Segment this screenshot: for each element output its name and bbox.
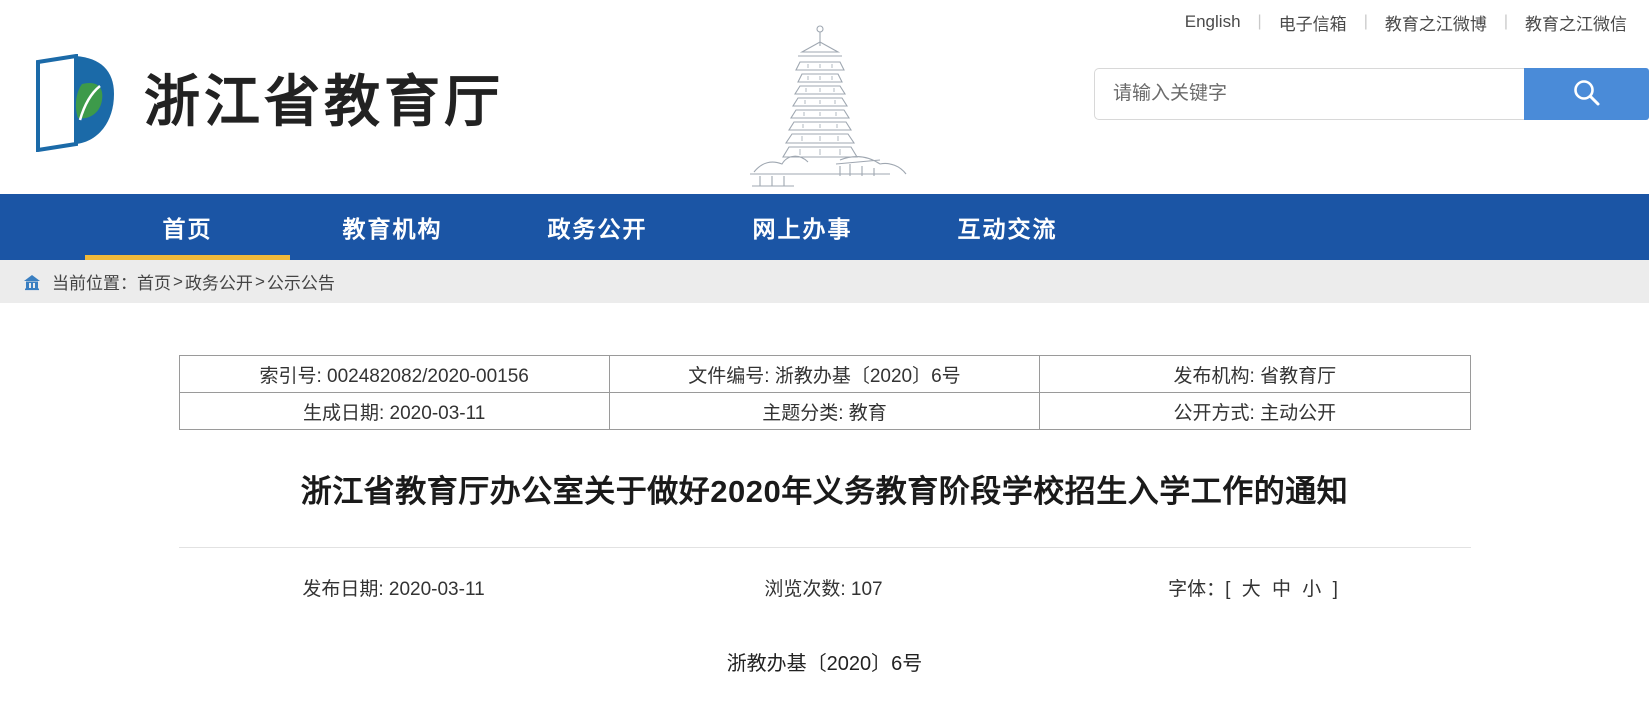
document-metadata-table: 索引号: 002482082/2020-00156 文件编号: 浙教办基〔202… (178, 355, 1471, 430)
top-link-email[interactable]: 电子信箱 (1279, 10, 1347, 35)
table-row: 生成日期: 2020-03-11 主题分类: 教育 公开方式: 主动公开 (178, 392, 1471, 430)
nav-item-government-affairs[interactable]: 政务公开 (495, 194, 700, 260)
document-info-row: 发布日期: 2020-03-11 浏览次数: 107 字体：[ 大 中 小 ] (179, 574, 1471, 601)
search-icon (1570, 76, 1604, 113)
meta-value: 2020-03-11 (389, 402, 486, 424)
breadcrumb-item-announcements[interactable]: 公示公告 (267, 269, 335, 294)
document-number: 浙教办基〔2020〕6号 (726, 653, 923, 676)
top-link-weibo[interactable]: 教育之江微博 (1385, 10, 1487, 35)
home-icon[interactable] (22, 272, 42, 292)
bracket-close: ] (1332, 579, 1341, 601)
title-divider (178, 547, 1471, 549)
meta-label: 文件编号: (688, 365, 770, 387)
nav-item-label: 互动交流 (957, 216, 1058, 242)
main-nav: 首页 教育机构 政务公开 网上办事 互动交流 (0, 194, 1649, 260)
top-link-wechat[interactable]: 教育之江微信 (1525, 10, 1627, 35)
meta-cell-issuing-agency: 发布机构: 省教育厅 (1039, 355, 1471, 393)
top-link-separator: | (1363, 13, 1368, 30)
meta-cell-disclosure-method: 公开方式: 主动公开 (1039, 392, 1471, 430)
search-box (1094, 68, 1649, 120)
meta-label: 生成日期: (302, 402, 385, 424)
top-link-separator: | (1503, 13, 1508, 30)
meta-label: 主题分类: (762, 402, 844, 424)
publish-date-label: 发布日期: (302, 579, 384, 601)
main-content: 索引号: 002482082/2020-00156 文件编号: 浙教办基〔202… (0, 303, 1649, 676)
page-title: 浙江省教育厅办公室关于做好2020年义务教育阶段学校招生入学工作的通知 (300, 474, 1349, 509)
meta-label: 索引号: (259, 365, 322, 387)
breadcrumb-separator: > (254, 271, 265, 291)
nav-item-label: 政务公开 (547, 216, 648, 242)
meta-value: 主动公开 (1260, 402, 1337, 424)
top-link-separator: | (1257, 13, 1262, 30)
top-link-english[interactable]: English (1185, 12, 1241, 32)
breadcrumb-item-home[interactable]: 首页 (137, 269, 171, 294)
bracket-open: [ (1225, 579, 1234, 601)
meta-cell-topic-category: 主题分类: 教育 (608, 392, 1041, 430)
table-row: 索引号: 002482082/2020-00156 文件编号: 浙教办基〔202… (178, 355, 1471, 393)
site-logo[interactable]: 浙江省教育厅 (30, 53, 504, 153)
meta-value: 浙教办基〔2020〕6号 (774, 365, 961, 387)
meta-value: 教育 (848, 402, 887, 424)
publish-date-value: 2020-03-11 (388, 579, 485, 601)
nav-item-home[interactable]: 首页 (85, 194, 290, 260)
meta-label: 公开方式: (1173, 402, 1255, 424)
meta-value: 省教育厅 (1260, 365, 1337, 387)
meta-cell-created-date: 生成日期: 2020-03-11 (178, 392, 610, 430)
breadcrumb: 当前位置： 首页 > 政务公开 > 公示公告 (0, 260, 1649, 303)
nav-item-label: 首页 (162, 216, 213, 242)
font-size-label: 字体： (1168, 579, 1226, 601)
breadcrumb-separator: > (173, 271, 183, 291)
site-title: 浙江省教育厅 (144, 70, 504, 135)
font-size-controls: 字体：[ 大 中 小 ] (1039, 574, 1471, 601)
view-count: 浏览次数: 107 (609, 574, 1039, 601)
search-button[interactable] (1524, 68, 1649, 120)
nav-item-label: 网上办事 (752, 216, 853, 242)
nav-item-interaction[interactable]: 互动交流 (905, 194, 1110, 260)
search-input[interactable] (1094, 68, 1524, 120)
meta-label: 发布机构: (1173, 365, 1255, 387)
nav-item-label: 教育机构 (342, 216, 443, 242)
font-size-large-button[interactable]: 大 (1242, 579, 1264, 600)
meta-value: 002482082/2020-00156 (327, 365, 529, 387)
publish-date: 发布日期: 2020-03-11 (179, 574, 609, 601)
breadcrumb-item-government-affairs[interactable]: 政务公开 (185, 269, 253, 294)
nav-item-education-institutions[interactable]: 教育机构 (290, 194, 495, 260)
font-size-small-button[interactable]: 小 (1302, 579, 1324, 600)
breadcrumb-prefix: 当前位置： (52, 274, 137, 293)
site-header: 浙江省教育厅 (0, 25, 1649, 194)
book-leaf-logo-icon (30, 53, 122, 153)
pagoda-watermark-icon (690, 4, 950, 199)
view-count-label: 浏览次数: (764, 579, 846, 601)
meta-cell-document-number: 文件编号: 浙教办基〔2020〕6号 (608, 355, 1041, 393)
meta-cell-index-number: 索引号: 002482082/2020-00156 (178, 355, 610, 393)
view-count-value: 107 (850, 579, 883, 601)
font-size-medium-button[interactable]: 中 (1272, 579, 1294, 600)
nav-item-online-services[interactable]: 网上办事 (700, 194, 905, 260)
